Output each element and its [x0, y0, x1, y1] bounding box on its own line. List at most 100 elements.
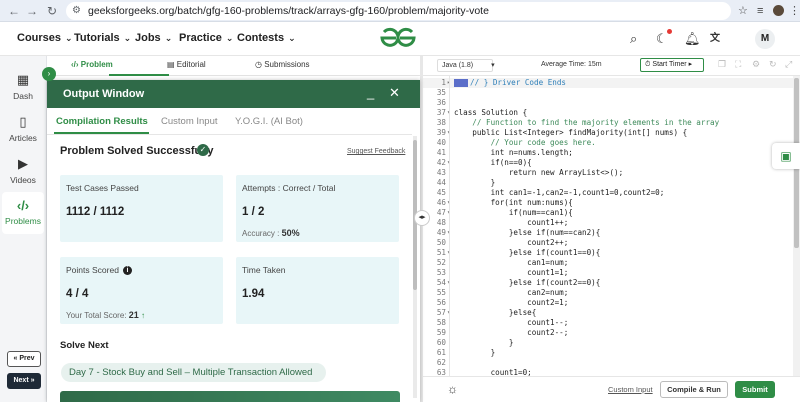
line-number: 53	[436, 268, 446, 277]
code-line[interactable]: 52 can1=num;	[423, 258, 793, 268]
next-button[interactable]: Next »	[7, 373, 41, 389]
next-problem-chip[interactable]: Day 7 - Stock Buy and Sell – Multiple Tr…	[61, 363, 326, 382]
code-line[interactable]: 63 count1=0;	[423, 368, 793, 376]
sun-icon[interactable]: ☼	[447, 382, 458, 396]
fold-toggle-icon[interactable]: ▾	[447, 108, 453, 118]
close-icon[interactable]: ✕	[389, 85, 400, 101]
tab-yogi-ai-bot[interactable]: Y.O.G.I. (AI Bot)	[235, 116, 303, 127]
rail-item-videos[interactable]: ▶ Videos	[2, 156, 44, 185]
rail-item-problems[interactable]: ‹/› Problems	[2, 192, 44, 234]
site-info-icon[interactable]: ⚙	[72, 2, 81, 20]
code-line[interactable]: 57▾ }else{	[423, 308, 793, 318]
rail-item-articles[interactable]: ▯ Articles	[2, 114, 44, 143]
code-line[interactable]: 40 // Your code goes here.	[423, 138, 793, 148]
code-line[interactable]: 60 }	[423, 338, 793, 348]
language-select[interactable]: Java (1.8) ▾	[437, 59, 495, 72]
code-line[interactable]: 45 int can1=-1,can2=-1,count1=0,count2=0…	[423, 188, 793, 198]
reload-icon[interactable]: ↻	[44, 3, 60, 19]
reset-icon[interactable]: ↻	[769, 59, 777, 70]
code-line[interactable]: 59 count2--;	[423, 328, 793, 338]
menu-courses[interactable]: Courses ⌄	[17, 32, 73, 44]
code-line[interactable]: 62	[423, 358, 793, 368]
rail-item-dash[interactable]: ▦ Dash	[2, 72, 44, 101]
fold-toggle-icon[interactable]: ▾	[447, 198, 453, 208]
code-line[interactable]: 46▾ for(int num:nums){	[423, 198, 793, 208]
fold-toggle-icon[interactable]: ▸	[447, 78, 453, 88]
menu-practice[interactable]: Practice ⌄	[179, 32, 233, 44]
gfg-logo[interactable]	[379, 27, 417, 49]
code-line[interactable]: 54▾ }else if(count2==0){	[423, 278, 793, 288]
fold-toggle-icon[interactable]: ▾	[447, 128, 453, 138]
resize-handle-icon[interactable]: ◂▸	[414, 210, 430, 226]
code-text-content: int n=nums.length;	[454, 148, 573, 157]
code-line[interactable]: 55 can2=num;	[423, 288, 793, 298]
suggest-feedback-link[interactable]: Suggest Feedback	[347, 148, 405, 155]
code-line[interactable]: 38 // Function to find the majority elem…	[423, 118, 793, 128]
code-line[interactable]: 53 count1=1;	[423, 268, 793, 278]
code-text-content: count1=0;	[454, 368, 532, 376]
code-line[interactable]: 44 }	[423, 178, 793, 188]
compile-run-button[interactable]: Compile & Run	[660, 381, 728, 398]
chat-icon[interactable]: ▣	[772, 143, 800, 169]
search-icon[interactable]: ⌕	[630, 31, 637, 47]
expand-rail-icon[interactable]: ›	[42, 67, 56, 81]
theme-toggle-icon[interactable]: ☾	[656, 31, 668, 47]
profile-icon[interactable]	[773, 5, 784, 16]
avatar[interactable]: M	[755, 29, 775, 49]
code-text-content: if(num==can1){	[454, 208, 573, 217]
info-icon[interactable]: i	[122, 266, 132, 276]
settings-icon[interactable]: ⚙	[752, 59, 760, 70]
code-line[interactable]: 58 count1--;	[423, 318, 793, 328]
code-line[interactable]: 47▾ if(num==can1){	[423, 208, 793, 218]
code-line[interactable]: 43 return new ArrayList<>();	[423, 168, 793, 178]
bookmark-star-icon[interactable]: ☆	[738, 3, 748, 19]
line-number: 56	[436, 298, 446, 307]
code-line[interactable]: 41 int n=nums.length;	[423, 148, 793, 158]
code-editor[interactable]: 1▸// } Driver Code Ends353637▾class Solu…	[423, 76, 793, 376]
fullscreen-icon[interactable]: ⛶	[735, 59, 741, 70]
fold-toggle-icon[interactable]: ▾	[447, 208, 453, 218]
menu-contests[interactable]: Contests ⌄	[237, 32, 296, 44]
code-line[interactable]: 56 count2=1;	[423, 298, 793, 308]
translate-icon[interactable]: 文	[710, 31, 720, 47]
code-line[interactable]: 37▾class Solution {	[423, 108, 793, 118]
tab-editorial[interactable]: ▤ Editorial	[167, 60, 206, 69]
code-line[interactable]: 36	[423, 98, 793, 108]
code-line[interactable]: 51▾ }else if(count1==0){	[423, 248, 793, 258]
minimize-icon[interactable]: _	[367, 85, 374, 100]
menu-dots-icon[interactable]: ⋮	[789, 3, 800, 19]
bell-icon[interactable]: 🔔︎	[684, 31, 701, 47]
prev-button[interactable]: « Prev	[7, 351, 41, 367]
fold-toggle-icon[interactable]: ▾	[447, 158, 453, 168]
tab-custom-input[interactable]: Custom Input	[161, 116, 218, 127]
back-icon[interactable]: ←	[6, 3, 22, 19]
submit-button[interactable]: Submit	[735, 381, 775, 398]
address-bar[interactable]: ⚙ geeksforgeeks.org/batch/gfg-160-proble…	[66, 2, 731, 20]
tab-compilation-results[interactable]: Compilation Results	[56, 116, 148, 127]
start-timer-button[interactable]: ⏱ Start Timer ▸	[640, 58, 704, 72]
menu-jobs[interactable]: Jobs ⌄	[135, 32, 172, 44]
fold-toggle-icon[interactable]: ▾	[447, 308, 453, 318]
promo-banner[interactable]	[60, 391, 400, 402]
fold-toggle-icon[interactable]: ▾	[447, 248, 453, 258]
fold-toggle-icon[interactable]: ▾	[447, 228, 453, 238]
code-line[interactable]: 35	[423, 88, 793, 98]
media-icon[interactable]: ≡	[757, 3, 763, 19]
tab-submissions[interactable]: ◷ Submissions	[255, 60, 310, 69]
code-line[interactable]: 49▾ }else if(num==can2){	[423, 228, 793, 238]
code-line[interactable]: 61 }	[423, 348, 793, 358]
expand-icon[interactable]: ⤢	[785, 59, 792, 70]
folded-region-marker[interactable]	[454, 79, 468, 87]
code-line[interactable]: 48 count1++;	[423, 218, 793, 228]
code-line[interactable]: 50 count2++;	[423, 238, 793, 248]
copy-icon[interactable]: ❐	[718, 59, 726, 70]
code-line[interactable]: 39▾ public List<Integer> findMajority(in…	[423, 128, 793, 138]
code-text: // Your code goes here.	[454, 138, 596, 148]
fold-toggle-icon[interactable]: ▾	[447, 278, 453, 288]
tab-problem[interactable]: ‹/› Problem	[71, 60, 113, 69]
code-line[interactable]: 42▾ if(n==0){	[423, 158, 793, 168]
menu-tutorials[interactable]: Tutorials ⌄	[74, 32, 131, 44]
forward-icon[interactable]: →	[24, 3, 40, 19]
code-line[interactable]: 1▸ // } Driver Code Ends	[423, 78, 793, 88]
custom-input-link[interactable]: Custom Input	[608, 385, 653, 394]
